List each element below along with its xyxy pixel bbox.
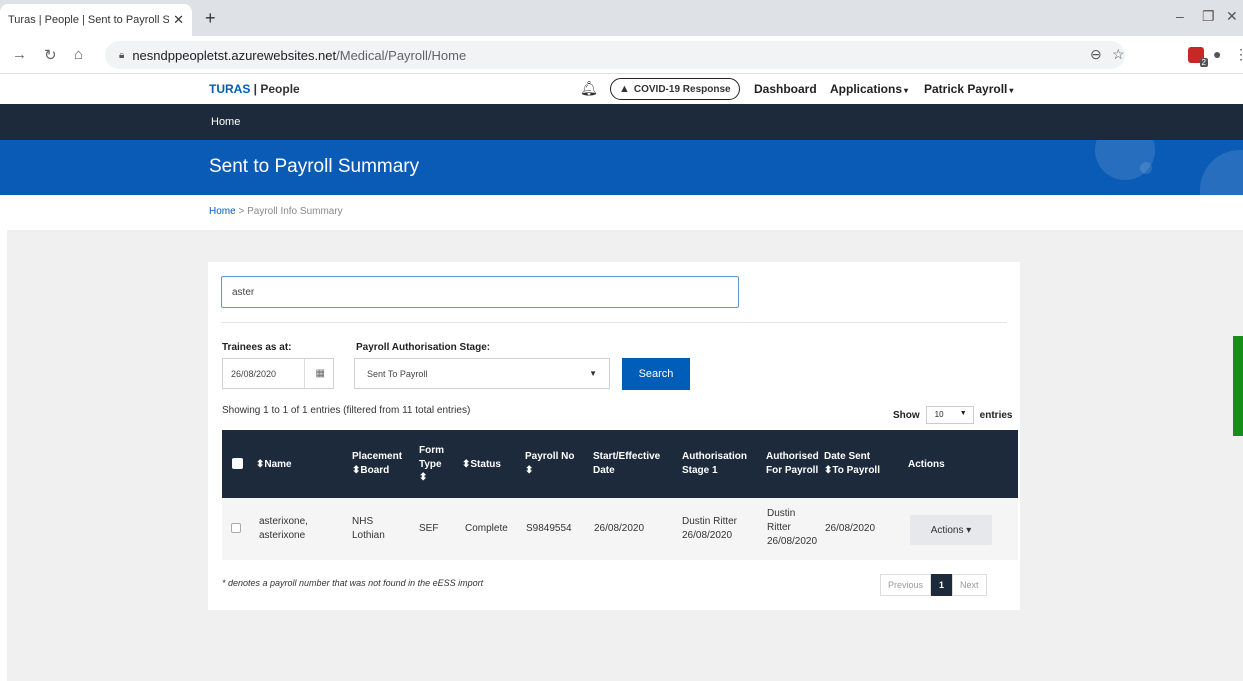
trainees-date-field[interactable]: 26/08/2020 ▦ [222, 358, 334, 389]
cell-status: Complete [465, 523, 508, 534]
page-size-select[interactable]: 10 ▼ [925, 406, 974, 424]
trainees-label: Trainees as at: [222, 342, 292, 353]
caret-down-icon: ▾ [904, 86, 909, 95]
zoom-icon[interactable]: ⊖ [1090, 46, 1102, 63]
breadcrumb: Home > Payroll Info Summary [209, 206, 343, 217]
table-header: ⬍Name Placement ⬍Board Form Type ⬍ ⬍Stat… [222, 430, 1018, 498]
forward-icon[interactable]: → [12, 46, 27, 63]
header-form-type[interactable]: Form Type ⬍ [419, 444, 444, 485]
browser-toolbar: → ↻ ⌂ 🔒︎ nesndppeopletst.azurewebsites.n… [0, 36, 1243, 74]
page-size-control: Show 10 ▼ entries [893, 406, 1012, 424]
entries-info: Showing 1 to 1 of 1 entries (filtered fr… [222, 405, 471, 416]
extension-icon[interactable]: 2 [1188, 47, 1208, 67]
warning-icon: ▲ [619, 83, 630, 95]
nav-applications-label: Applications [830, 82, 903, 96]
cell-start-date: 26/08/2020 [594, 523, 645, 534]
nav-home[interactable]: Home [211, 116, 240, 128]
footnote: * denotes a payroll number that was not … [222, 578, 484, 588]
header-status[interactable]: ⬍Status [462, 458, 501, 472]
minimize-icon[interactable]: – [1176, 8, 1184, 24]
url-host: nesndppeopletst.azurewebsites.net [132, 47, 337, 63]
breadcrumb-separator: > [235, 206, 248, 217]
close-icon[interactable]: ✕ [173, 12, 184, 28]
row-checkbox[interactable] [231, 523, 241, 533]
stage-select[interactable]: Sent To Payroll ▼ [354, 358, 610, 389]
home-icon[interactable]: ⌂ [74, 46, 83, 63]
feedback-tab[interactable] [1233, 336, 1243, 436]
nav-user-label: Patrick Payroll [924, 82, 1008, 96]
chevron-down-icon: ▼ [589, 369, 597, 378]
actions-button[interactable]: Actions ▾ [910, 515, 992, 545]
profile-icon[interactable]: ● [1213, 46, 1221, 62]
pagination: Previous 1 Next [880, 574, 987, 596]
divider [221, 322, 1007, 323]
cell-form-type: SEF [419, 523, 439, 534]
cell-placement: NHS Lothian [352, 516, 385, 541]
brand-people: | People [250, 82, 300, 96]
header-name[interactable]: ⬍Name [256, 458, 292, 472]
pagination-previous[interactable]: Previous [880, 574, 932, 596]
header-date-sent[interactable]: Date Sent ⬍To Payroll [824, 450, 880, 477]
covid-response-button[interactable]: ▲ COVID-19 Response [610, 78, 740, 100]
top-nav-bar: Home [0, 104, 1243, 140]
reload-icon[interactable]: ↻ [44, 46, 57, 64]
stage-label: Payroll Authorisation Stage: [356, 342, 491, 353]
nav-dashboard[interactable]: Dashboard [754, 82, 817, 96]
stage-select-value: Sent To Payroll [367, 368, 428, 379]
pagination-page[interactable]: 1 [931, 574, 953, 596]
decorative-bubble [1140, 162, 1152, 174]
address-bar[interactable]: 🔒︎ nesndppeopletst.azurewebsites.net /Me… [105, 41, 1125, 69]
search-input[interactable]: aster [221, 276, 739, 308]
chevron-down-icon: ▼ [959, 410, 967, 417]
cell-name: asterixone, asterixone [259, 516, 308, 541]
extension-badge-count: 2 [1199, 58, 1208, 67]
lock-icon: 🔒︎ [119, 49, 125, 61]
covid-label: COVID-19 Response [633, 83, 731, 95]
search-button[interactable]: Search [622, 358, 690, 390]
summary-card: aster Trainees as at: Payroll Authorisat… [208, 262, 1020, 610]
browser-tabstrip: Turas | People | Sent to Payroll Su ✕ + … [0, 0, 1243, 36]
cell-auth-stage: Dustin Ritter 26/08/2020 [682, 516, 738, 541]
divider [304, 359, 305, 388]
bell-icon[interactable]: 🔔︎ [580, 80, 598, 97]
bookmark-star-icon[interactable]: ☆ [1112, 46, 1125, 63]
table-row: asterixone, asterixone NHS Lothian SEF C… [222, 498, 1018, 560]
decorative-bubble [1200, 150, 1243, 195]
nav-applications[interactable]: Applications ▾ [830, 82, 908, 96]
header-placement[interactable]: Placement ⬍Board [352, 450, 402, 477]
cell-authorised: Dustin Ritter 26/08/2020 [767, 508, 818, 547]
calendar-icon[interactable]: ▦ [316, 368, 325, 379]
header-payroll-no[interactable]: Payroll No ⬍ [525, 450, 574, 477]
browser-tab[interactable]: Turas | People | Sent to Payroll Su ✕ [0, 4, 192, 36]
restore-icon[interactable]: ❐ [1202, 8, 1215, 25]
header-auth-stage[interactable]: Authorisation Stage 1 [682, 450, 747, 477]
brand-logo[interactable]: TURAS | People [209, 82, 300, 96]
entries-label: entries [979, 409, 1013, 421]
url-path: /Medical/Payroll/Home [336, 47, 467, 63]
new-tab-icon[interactable]: + [205, 8, 216, 29]
nav-user-menu[interactable]: Patrick Payroll ▾ [924, 82, 1013, 96]
header-actions: Actions [908, 459, 945, 470]
app-header: TURAS | People 🔔︎ ▲ COVID-19 Response Das… [0, 74, 1243, 104]
breadcrumb-home[interactable]: Home [209, 206, 236, 217]
pagination-next[interactable]: Next [952, 574, 987, 596]
caret-down-icon: ▾ [1009, 86, 1014, 95]
brand-turas: TURAS [209, 82, 251, 96]
show-label: Show [893, 409, 920, 421]
page-size-value: 10 [934, 410, 944, 419]
tab-title: Turas | People | Sent to Payroll Su [8, 14, 170, 26]
trainees-date-value: 26/08/2020 [231, 368, 277, 379]
header-authorised[interactable]: Authorised For Payroll [766, 450, 819, 477]
header-start-date[interactable]: Start/Effective Date [593, 450, 660, 477]
menu-icon[interactable]: ⋮ [1234, 46, 1243, 63]
page-title: Sent to Payroll Summary [209, 156, 420, 177]
payroll-table: ⬍Name Placement ⬍Board Form Type ⬍ ⬍Stat… [222, 430, 1018, 560]
window-close-icon[interactable]: ✕ [1226, 8, 1238, 25]
select-all-checkbox[interactable] [232, 458, 243, 469]
breadcrumb-current: Payroll Info Summary [247, 206, 343, 217]
cell-date-sent: 26/08/2020 [825, 523, 876, 534]
page-banner: Sent to Payroll Summary [0, 140, 1243, 195]
decorative-bubble [1095, 140, 1155, 180]
cell-payroll-no: S9849554 [526, 523, 572, 534]
